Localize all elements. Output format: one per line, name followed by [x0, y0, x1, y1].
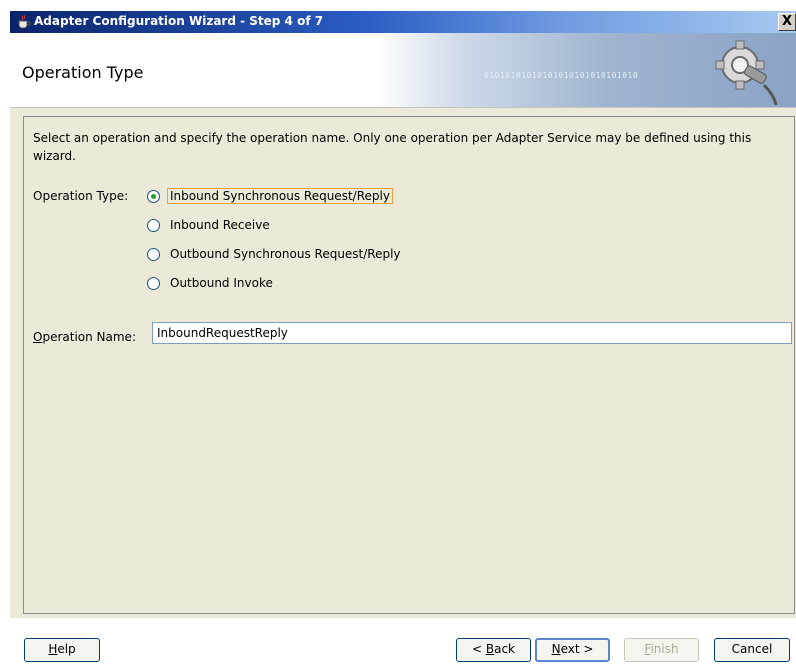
binary-watermark: 01010101010101010101010101010 — [484, 71, 639, 80]
cancel-button[interactable]: Cancel — [714, 638, 790, 662]
operation-name-input[interactable] — [152, 322, 792, 344]
coffee-cup-icon — [18, 14, 31, 29]
radio-button[interactable] — [147, 219, 160, 232]
page-title: Operation Type — [22, 63, 144, 82]
back-button[interactable]: < Back — [456, 638, 531, 662]
content-panel: Select an operation and specify the oper… — [23, 116, 795, 614]
help-button[interactable]: Help — [24, 638, 100, 662]
radio-label[interactable]: Outbound Invoke — [170, 276, 273, 290]
radio-button[interactable] — [147, 277, 160, 290]
close-button[interactable]: X — [778, 13, 796, 31]
window-title: Adapter Configuration Wizard - Step 4 of… — [34, 14, 324, 28]
description-text: Select an operation and specify the oper… — [33, 131, 752, 163]
radio-label[interactable]: Inbound Synchronous Request/Reply — [167, 188, 393, 204]
gear-plug-icon — [715, 40, 778, 105]
finish-button: Finish — [624, 638, 699, 662]
operation-name-label: Operation Name: — [33, 330, 136, 344]
operation-type-label: Operation Type: — [33, 189, 129, 203]
wizard-content: Select an operation and specify the oper… — [10, 108, 796, 618]
radio-label[interactable]: Inbound Receive — [170, 218, 270, 232]
window-title-bar[interactable]: Adapter Configuration Wizard - Step 4 of… — [10, 11, 796, 33]
radio-button[interactable] — [147, 248, 160, 261]
radio-button[interactable] — [147, 190, 160, 203]
next-button[interactable]: Next > — [535, 638, 610, 662]
wizard-header: Operation Type 0101010101010101010101010… — [10, 33, 796, 108]
header-banner: 01010101010101010101010101010 — [376, 33, 796, 107]
radio-label[interactable]: Outbound Synchronous Request/Reply — [170, 247, 401, 261]
